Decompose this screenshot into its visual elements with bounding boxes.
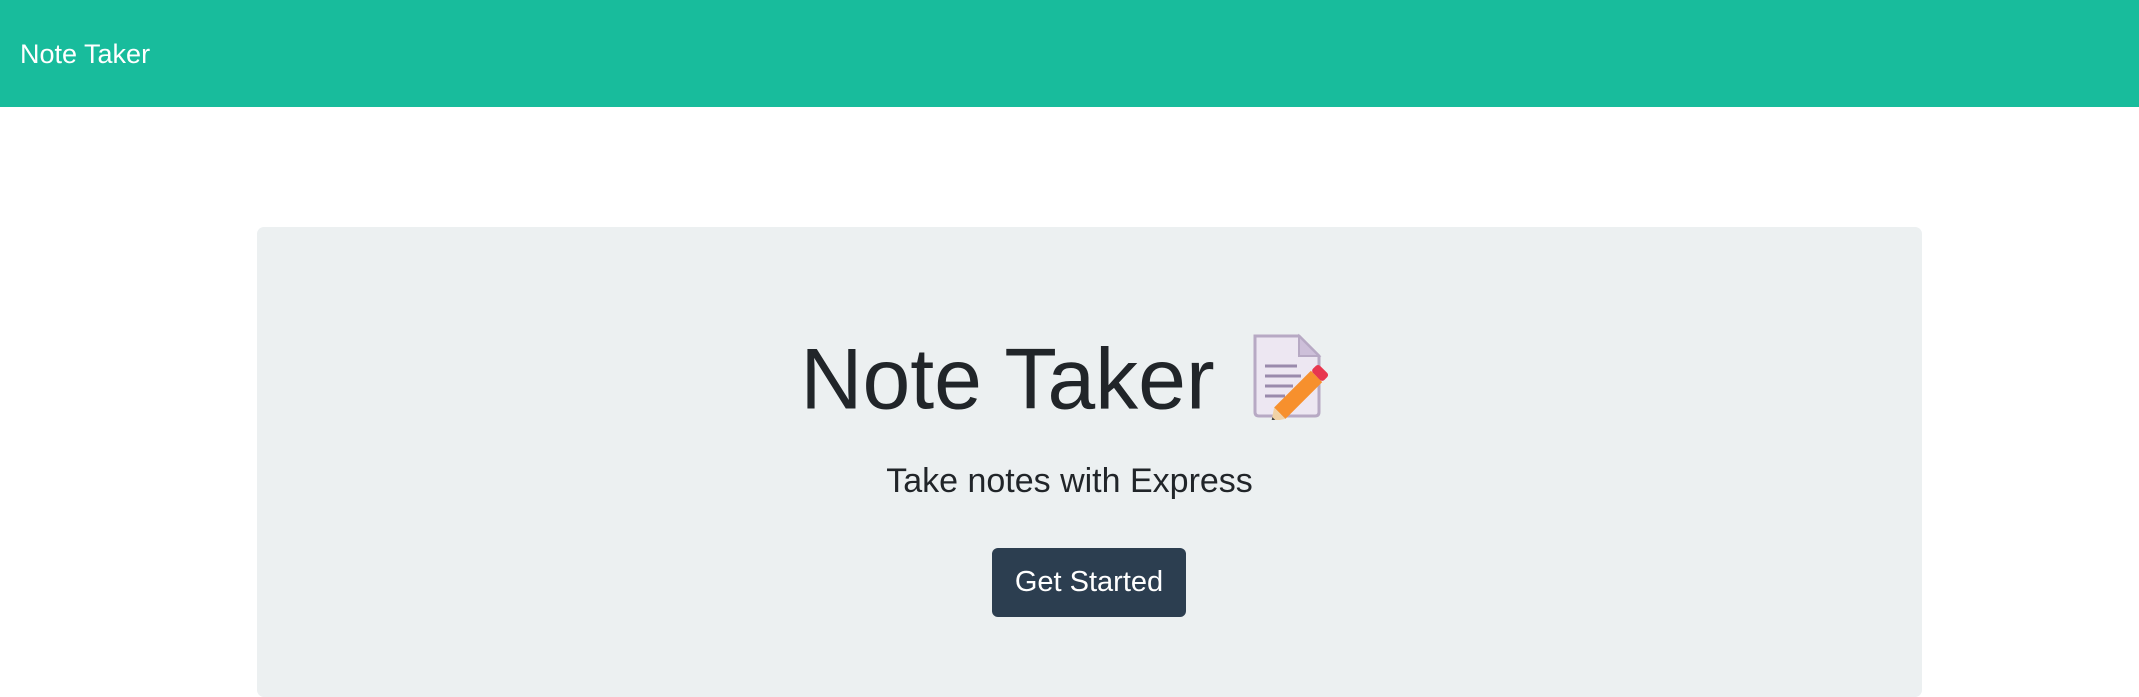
top-navbar: Note Taker: [0, 0, 2139, 107]
memo-icon: [1249, 330, 1339, 422]
get-started-button[interactable]: Get Started: [992, 548, 1186, 617]
hero-title: Note Taker: [0, 318, 2139, 434]
hero-subtitle: Take notes with Express: [886, 462, 1253, 500]
navbar-brand-link[interactable]: Note Taker: [20, 36, 150, 72]
hero-title-text: Note Taker: [800, 331, 1215, 428]
